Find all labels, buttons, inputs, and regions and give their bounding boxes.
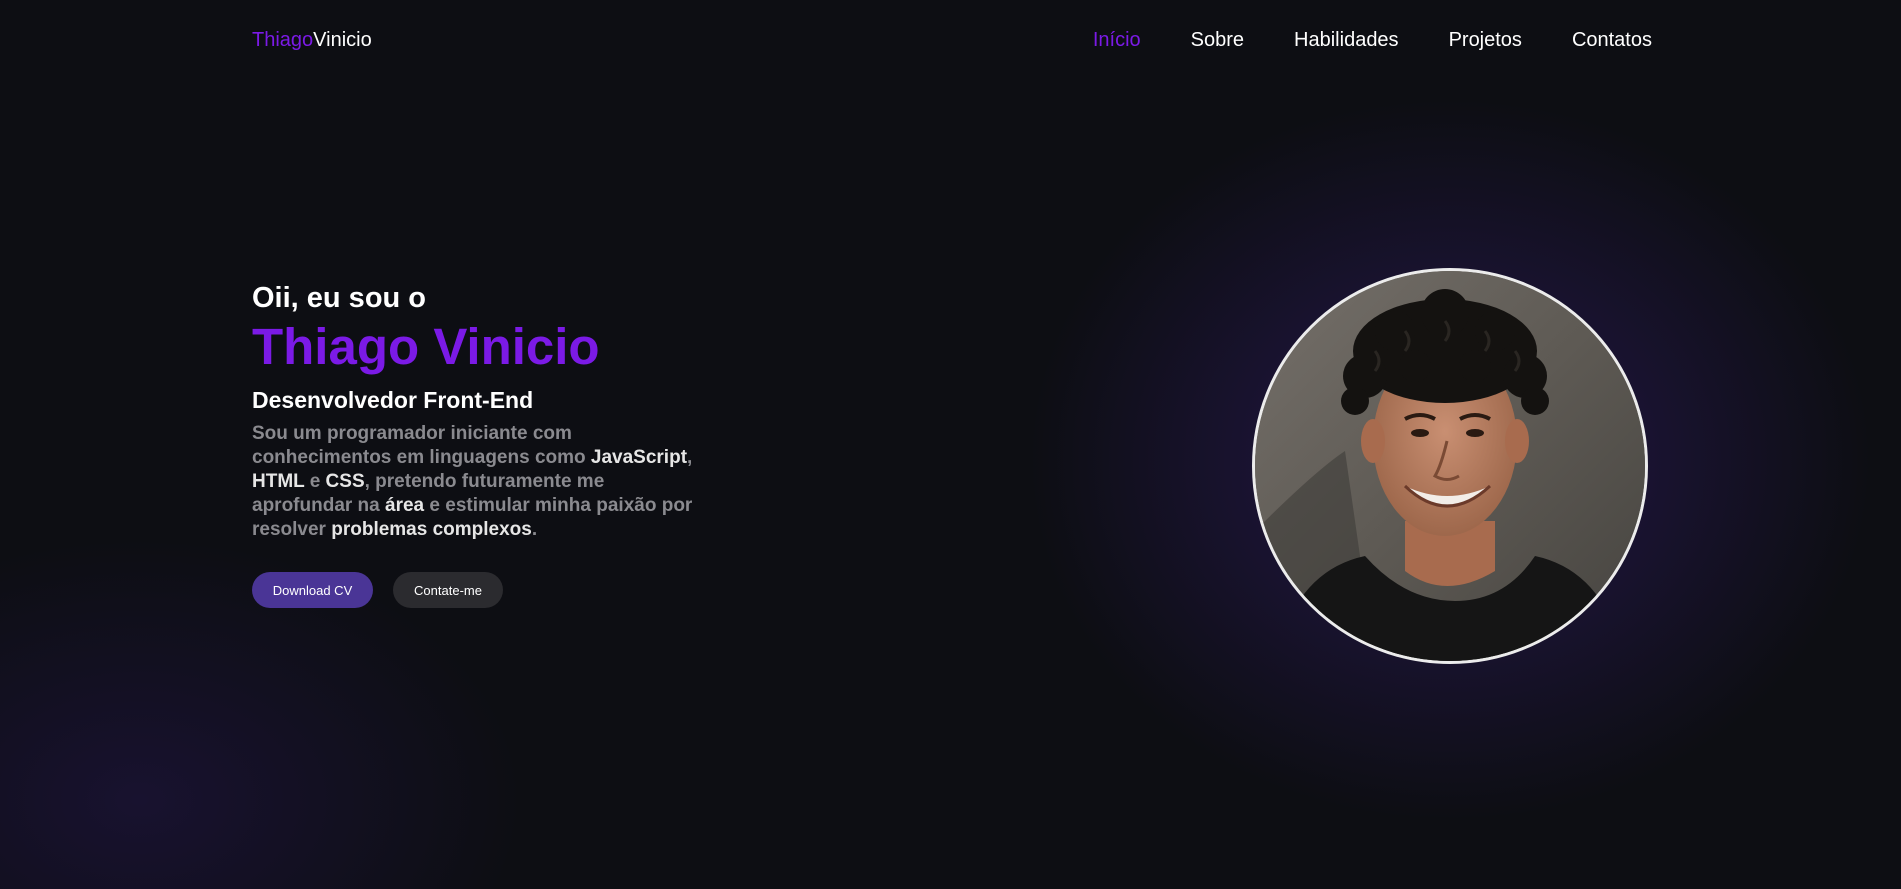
top-navigation: ThiagoVinicio Início Sobre Habilidades P… bbox=[252, 0, 1652, 80]
hero-name: Thiago Vinicio bbox=[252, 318, 600, 375]
logo-first-name: Thiago bbox=[252, 29, 314, 51]
hero-role: Desenvolvedor Front-End bbox=[252, 387, 534, 413]
bio-text: . bbox=[531, 519, 538, 540]
logo-last-name: Vinicio bbox=[313, 29, 372, 51]
nav-link-inicio[interactable]: Início bbox=[1093, 28, 1141, 52]
page: ThiagoVinicio Início Sobre Habilidades P… bbox=[0, 0, 1901, 889]
nav-link-habilidades[interactable]: Habilidades bbox=[1294, 28, 1399, 52]
bio-highlight-html: HTML bbox=[252, 471, 305, 492]
hero-greeting: Oii, eu sou o bbox=[252, 282, 427, 314]
profile-photo-illustration bbox=[1255, 271, 1645, 661]
download-cv-button[interactable]: Download CV bbox=[252, 572, 373, 608]
bio-highlight-area: área bbox=[385, 495, 425, 516]
hero-buttons: Download CV Contate-me bbox=[252, 572, 712, 608]
nav-link-contatos[interactable]: Contatos bbox=[1572, 28, 1652, 52]
hero-bio: Sou um programador iniciante com conheci… bbox=[252, 422, 702, 542]
bio-text: , bbox=[687, 447, 693, 468]
nav-links: Início Sobre Habilidades Projetos Contat… bbox=[1093, 28, 1652, 52]
contact-me-button[interactable]: Contate-me bbox=[393, 572, 503, 608]
bio-text: Sou um programador iniciante com conheci… bbox=[252, 423, 591, 468]
bio-highlight-javascript: JavaScript bbox=[590, 447, 688, 468]
bio-text: e bbox=[304, 471, 326, 492]
bio-highlight-css: CSS bbox=[325, 471, 365, 492]
profile-photo bbox=[1252, 268, 1648, 664]
hero-intro: Oii, eu sou o Thiago Vinicio Desenvolved… bbox=[252, 280, 712, 608]
nav-link-projetos[interactable]: Projetos bbox=[1449, 28, 1522, 52]
site-logo[interactable]: ThiagoVinicio bbox=[252, 28, 372, 52]
nav-link-sobre[interactable]: Sobre bbox=[1191, 28, 1244, 52]
bio-highlight-problems: problemas complexos bbox=[331, 519, 532, 540]
